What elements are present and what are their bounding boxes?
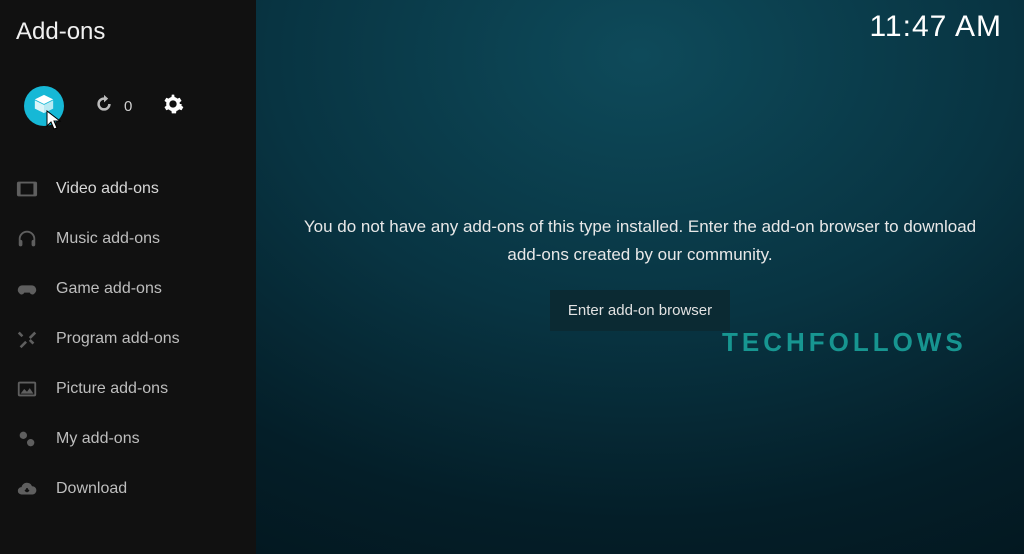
category-nav: Video add-ons Music add-ons Game add-ons [0, 164, 256, 514]
nav-video-addons[interactable]: Video add-ons [0, 164, 256, 214]
addon-browser-button[interactable] [24, 86, 64, 126]
nav-label: Video add-ons [56, 180, 159, 198]
sidebar: Add-ons 0 [0, 0, 256, 554]
watermark: TECHFOLLOWS [722, 327, 967, 358]
refresh-icon [94, 94, 114, 119]
nav-label: Music add-ons [56, 230, 160, 248]
clock: 11:47 AM [869, 10, 1002, 44]
open-box-icon [33, 93, 55, 120]
nav-program-addons[interactable]: Program add-ons [0, 314, 256, 364]
nav-my-addons[interactable]: My add-ons [0, 414, 256, 464]
update-count: 0 [124, 98, 132, 115]
settings-button[interactable] [162, 93, 184, 120]
video-icon [16, 178, 38, 200]
nav-picture-addons[interactable]: Picture add-ons [0, 364, 256, 414]
enter-addon-browser-button[interactable]: Enter add-on browser [550, 290, 730, 331]
nav-label: Download [56, 480, 127, 498]
updates-button[interactable]: 0 [94, 94, 132, 119]
main-content: 11:47 AM You do not have any add-ons of … [256, 0, 1024, 554]
headphones-icon [16, 228, 38, 250]
page-title: Add-ons [0, 0, 256, 46]
gears-icon [16, 428, 38, 450]
gamepad-icon [16, 278, 38, 300]
image-icon [16, 378, 38, 400]
nav-download[interactable]: Download [0, 464, 256, 514]
gear-icon [162, 102, 184, 119]
nav-game-addons[interactable]: Game add-ons [0, 264, 256, 314]
nav-label: Picture add-ons [56, 380, 168, 398]
cloud-download-icon [16, 478, 38, 500]
nav-label: Game add-ons [56, 280, 162, 298]
tools-icon [16, 328, 38, 350]
nav-label: My add-ons [56, 430, 140, 448]
nav-music-addons[interactable]: Music add-ons [0, 214, 256, 264]
sidebar-toolbar: 0 [0, 46, 256, 126]
nav-label: Program add-ons [56, 330, 180, 348]
empty-state-message: You do not have any add-ons of this type… [300, 213, 980, 267]
